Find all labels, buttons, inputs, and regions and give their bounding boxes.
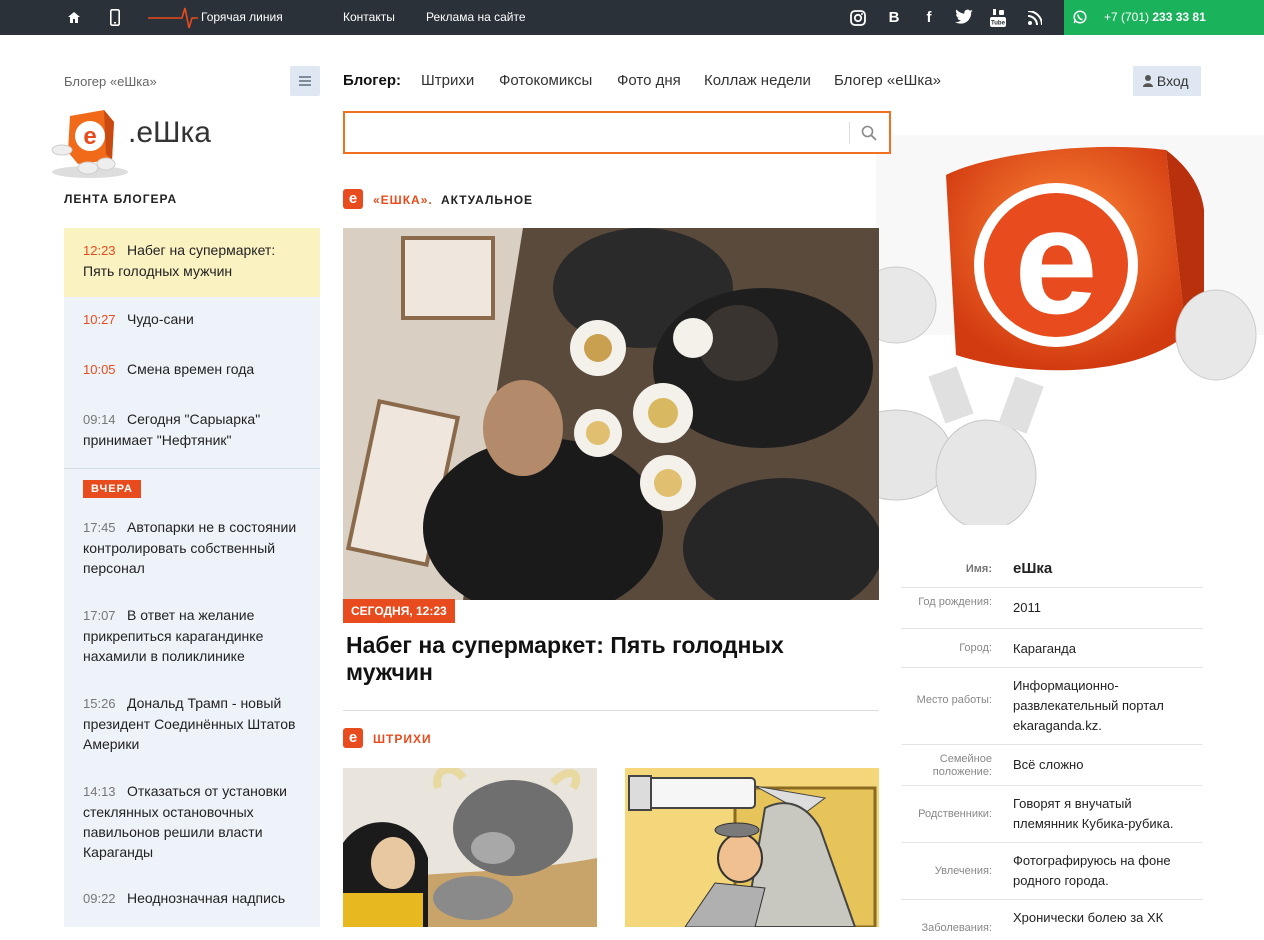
list-item[interactable]: 10:27 Чудо-сани — [64, 309, 320, 330]
advertising-link[interactable]: Реклама на сайте — [426, 0, 526, 35]
instagram-icon[interactable] — [849, 9, 867, 27]
feed-time: 10:05 — [83, 362, 116, 377]
profile-key: Город: — [959, 642, 992, 654]
home-icon[interactable] — [68, 12, 80, 24]
eshka-mascot-image: e — [836, 35, 1264, 525]
profile-value: Хронически болею за ХК — [1013, 910, 1164, 925]
profile-row-illness: Заболевания: Хронически болею за ХК — [902, 900, 1202, 940]
whatsapp-phone[interactable]: +7 (701) 233 33 81 — [1064, 0, 1264, 35]
phone-prefix: +7 (701) — [1104, 10, 1150, 24]
main-article-photo[interactable] — [343, 228, 879, 600]
yesterday-badge: ВЧЕРА — [83, 480, 141, 498]
nav-item-photocomics[interactable]: Фотокомиксы — [499, 72, 592, 89]
phone-number: 233 33 81 — [1152, 10, 1206, 24]
svg-text:e: e — [83, 123, 96, 150]
feed-time: 14:13 — [83, 784, 116, 799]
comic-thumbnail-syringe[interactable] — [625, 768, 879, 927]
feed-title: ЛЕНТА БЛОГЕРА — [64, 192, 178, 206]
facebook-icon[interactable]: f — [920, 9, 938, 27]
comic-thumbnail-bull[interactable] — [343, 768, 597, 927]
profile-row-birth: Год рождения: 2011 — [902, 588, 1202, 629]
divider — [64, 468, 320, 469]
list-item[interactable]: 15:26 Дональд Трамп - новый президент Сое… — [64, 693, 320, 754]
list-item[interactable]: 17:07 В ответ на желание прикрепиться кар… — [64, 605, 320, 666]
feed-title-text: Чудо-сани — [127, 311, 194, 327]
list-item[interactable]: 12:23 Набег на супермаркет: Пять голодных… — [64, 228, 320, 297]
profile-value: Информационно-развлекательный портал eka… — [1013, 678, 1164, 733]
search-box — [343, 111, 891, 154]
user-icon — [1143, 67, 1153, 87]
whatsapp-icon — [1073, 10, 1087, 24]
profile-value: еШка — [1013, 560, 1053, 577]
login-label: Вход — [1156, 73, 1189, 89]
feed-time: 15:26 — [83, 696, 116, 711]
vk-icon[interactable]: В — [885, 9, 903, 27]
contacts-link[interactable]: Контакты — [343, 0, 395, 35]
feed-time: 09:14 — [83, 412, 116, 427]
login-button[interactable]: Вход — [1133, 66, 1201, 96]
feed-title-text: Неоднозначная надпись — [127, 890, 286, 906]
list-item[interactable]: 09:14 Сегодня "Сарыарка" принимает "Нефтя… — [64, 409, 320, 450]
feed-time: 09:22 — [83, 891, 116, 906]
twitter-icon[interactable] — [955, 9, 973, 27]
section-title-actual[interactable]: АКТУАЛЬНОЕ — [441, 193, 533, 207]
eshka-cube-icon: e — [51, 110, 128, 178]
profile-key: Увлечения: — [934, 865, 992, 877]
nav-item-photo-of-day[interactable]: Фото дня — [617, 72, 681, 89]
section-title-shtrihi[interactable]: ШТРИХИ — [373, 732, 432, 746]
profile-value: Всё сложно — [1013, 757, 1084, 772]
blogger-feed: 12:23 Набег на супермаркет: Пять голодных… — [64, 228, 320, 927]
search-input[interactable] — [353, 119, 843, 147]
divider — [343, 710, 879, 711]
profile-value: 2011 — [1013, 600, 1041, 615]
nav-item-shtrihi[interactable]: Штрихи — [421, 72, 474, 89]
profile-row-work: Место работы: Информационно-развлекатель… — [902, 668, 1202, 745]
profile-row-family: Семейное положение: Всё сложно — [902, 745, 1202, 786]
nav-label: Блогер: — [343, 72, 402, 89]
list-item[interactable]: 10:05 Смена времен года — [64, 359, 320, 380]
profile-value: Караганда — [1013, 641, 1076, 656]
profile-key: Место работы: — [916, 694, 992, 706]
profile-row-name: Имя: еШка — [902, 550, 1202, 588]
article-headline[interactable]: Набег на супермаркет: Пять голодных мужч… — [346, 632, 866, 686]
feed-time: 17:07 — [83, 608, 116, 623]
eshka-badge-icon: e — [343, 728, 363, 748]
profile-row-relatives: Родственники: Говорят я внучатый племянн… — [902, 786, 1202, 843]
rss-icon[interactable] — [1026, 9, 1044, 27]
feed-time: 12:23 — [83, 243, 116, 258]
svg-text:e: e — [1014, 177, 1097, 345]
profile-key: Родственники: — [918, 808, 992, 820]
top-bar: Горячая линия Контакты Реклама на сайте … — [0, 0, 1264, 35]
profile-key: Семейное положение: — [932, 753, 992, 778]
youtube-icon[interactable]: Tube — [990, 9, 1008, 27]
list-item[interactable]: 09:22 Неоднозначная надпись — [64, 888, 320, 909]
section-brand[interactable]: «ЕШКА». — [373, 193, 433, 207]
hotline-link[interactable]: Горячая линия — [201, 0, 283, 35]
eshka-badge-icon: e — [343, 189, 363, 209]
profile-row-city: Город: Караганда — [902, 629, 1202, 668]
profile-value: Фотографируюсь на фоне родного города. — [1013, 853, 1171, 888]
feed-time: 17:45 — [83, 520, 116, 535]
list-item[interactable]: 14:13 Отказаться от установки стеклянных … — [64, 781, 320, 862]
eshka-logo[interactable]: e .еШка — [40, 102, 240, 182]
logo-text: .еШка — [128, 116, 211, 149]
svg-text:Tube: Tube — [991, 21, 1006, 27]
list-item[interactable]: 17:45 Автопарки не в состоянии контролиро… — [64, 517, 320, 578]
search-icon[interactable] — [861, 125, 877, 146]
pulse-icon — [148, 5, 198, 31]
nav-item-collage[interactable]: Коллаж недели — [704, 72, 811, 89]
profile-key: Год рождения: — [918, 596, 992, 608]
mobile-icon[interactable] — [110, 9, 120, 27]
breadcrumb[interactable]: Блогер «еШка» — [64, 74, 157, 89]
profile-key: Имя: — [965, 563, 992, 575]
profile-value: Говорят я внучатый племянник Кубика-руби… — [1013, 796, 1174, 831]
nav-item-blogger[interactable]: Блогер «еШка» — [834, 72, 941, 89]
profile-key: Заболевания: — [921, 922, 992, 934]
article-date-badge: СЕГОДНЯ, 12:23 — [343, 599, 455, 623]
profile-row-hobbies: Увлечения: Фотографируюсь на фоне родног… — [902, 843, 1202, 900]
feed-time: 10:27 — [83, 312, 116, 327]
menu-icon[interactable] — [290, 66, 320, 96]
feed-title-text: Смена времен года — [127, 361, 255, 377]
